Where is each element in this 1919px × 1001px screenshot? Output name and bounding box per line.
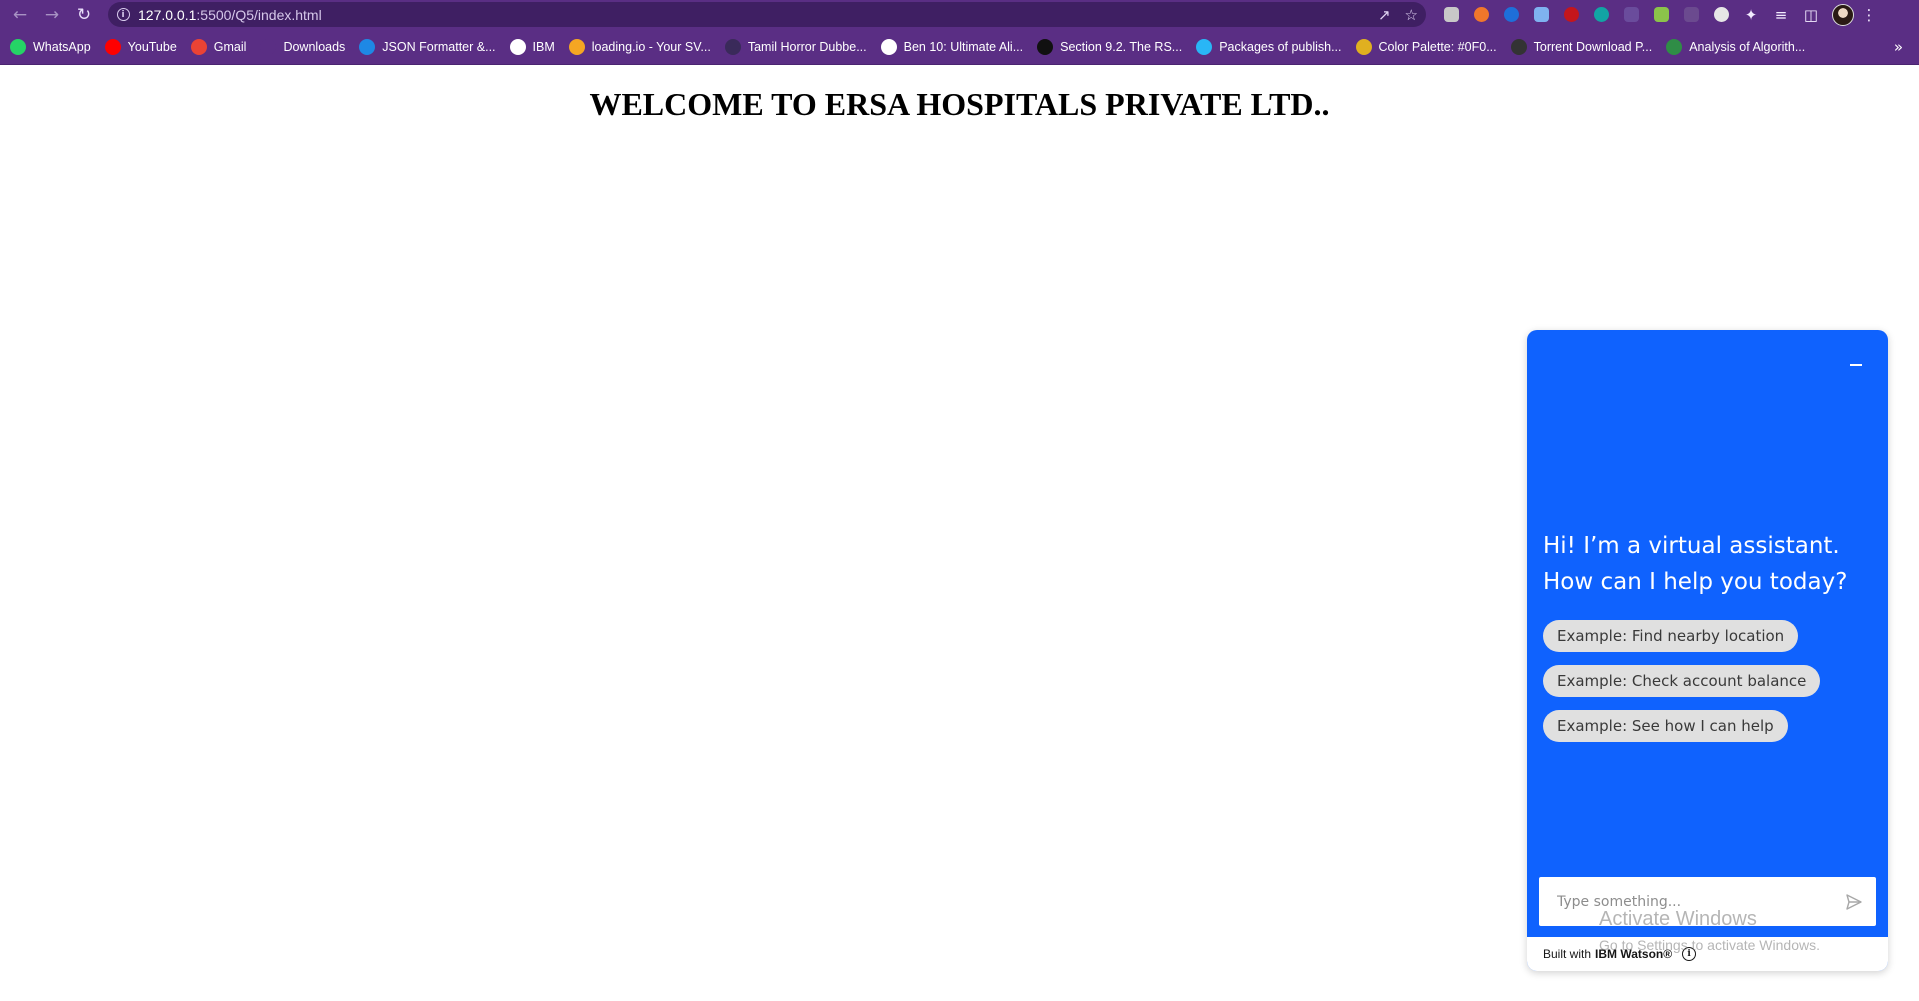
download-icon	[260, 38, 277, 55]
url-path: :5500/Q5/index.html	[196, 6, 322, 23]
extension-icon[interactable]	[1676, 0, 1706, 29]
share-icon[interactable]: ↗	[1378, 6, 1391, 24]
extension-icon[interactable]	[1646, 0, 1676, 29]
bookmark-label: Downloads	[283, 39, 346, 54]
torrent-icon	[1510, 38, 1527, 55]
bookmark-label: Gmail	[213, 39, 247, 54]
side-panel-icon[interactable]: ◫	[1796, 0, 1826, 29]
bookmark-label: JSON Formatter &...	[382, 39, 496, 54]
globe-icon	[509, 38, 526, 55]
more-bookmarks-icon[interactable]: »	[1894, 29, 1903, 65]
watermark-subtitle: Go to Settings to activate Windows.	[1599, 937, 1820, 953]
chat-widget: Hi! I’m a virtual assistant. How can I h…	[1527, 330, 1888, 971]
extensions-bar: ✦ ≡ ◫ ⋮	[1436, 0, 1884, 29]
bookmark-item[interactable]: Ben 10: Ultimate Ali...	[880, 38, 1024, 55]
bookmarks-bar: WhatsApp YouTube Gmail Downloads JSON Format…	[0, 29, 1919, 65]
example-chips: Example: Find nearby location Example: C…	[1543, 620, 1821, 742]
extension-icon[interactable]	[1436, 0, 1466, 29]
bookmark-label: Color Palette: #0F0...	[1378, 39, 1497, 54]
mask-icon	[724, 38, 741, 55]
bookmark-item[interactable]: Downloads	[260, 38, 346, 55]
reading-list-icon[interactable]: ≡	[1766, 0, 1796, 29]
send-icon[interactable]	[1832, 877, 1876, 926]
youtube-icon	[104, 38, 121, 55]
loading-icon	[568, 38, 585, 55]
bookmark-label: IBM	[532, 39, 555, 54]
check-icon	[359, 38, 376, 55]
s-icon	[1037, 38, 1054, 55]
url-host: 127.0.0.1	[138, 6, 197, 23]
footer-prefix: Built with	[1543, 947, 1592, 961]
bookmark-item[interactable]: Torrent Download P...	[1510, 38, 1653, 55]
whatsapp-icon	[10, 38, 26, 55]
gfg-icon	[1666, 38, 1683, 55]
page-title: WELCOME TO ERSA HOSPITALS PRIVATE LTD..	[589, 86, 1330, 122]
bookmark-label: Packages of publish...	[1219, 39, 1342, 54]
bookmark-item[interactable]: JSON Formatter &...	[359, 38, 496, 55]
minimize-icon[interactable]	[1848, 358, 1864, 372]
gmail-icon	[190, 38, 207, 55]
extension-icon[interactable]	[1556, 0, 1586, 29]
bookmark-star-icon[interactable]: ☆	[1405, 6, 1418, 24]
bookmark-item[interactable]: loading.io - Your SV...	[568, 38, 711, 55]
bookmark-label: Analysis of Algorith...	[1689, 39, 1806, 54]
example-chip-account-balance[interactable]: Example: Check account balance	[1543, 665, 1821, 697]
extension-icon[interactable]	[1616, 0, 1646, 29]
bookmark-label: WhatsApp	[33, 39, 91, 54]
example-chip-see-help[interactable]: Example: See how I can help	[1543, 710, 1788, 742]
bookmark-item[interactable]: Tamil Horror Dubbe...	[724, 38, 867, 55]
watermark-title: Activate Windows	[1599, 908, 1757, 930]
puzzle-icon[interactable]: ✦	[1736, 0, 1766, 29]
bookmark-label: Ben 10: Ultimate Ali...	[903, 39, 1024, 54]
bookmark-label: Section 9.2. The RS...	[1060, 39, 1183, 54]
bookmark-item[interactable]: Color Palette: #0F0...	[1355, 38, 1497, 55]
example-chip-nearby-location[interactable]: Example: Find nearby location	[1543, 620, 1799, 652]
bookmark-item[interactable]: IBM	[509, 38, 555, 55]
bookmark-item[interactable]: WhatsApp	[10, 38, 91, 55]
globe-icon	[880, 38, 897, 55]
bookmark-item[interactable]: Analysis of Algorith...	[1666, 38, 1806, 55]
bookmark-label: Tamil Horror Dubbe...	[747, 39, 867, 54]
bookmark-item[interactable]: Packages of publish...	[1196, 38, 1342, 55]
url-text: 127.0.0.1:5500/Q5/index.html	[138, 7, 322, 23]
extension-icon[interactable]	[1586, 0, 1616, 29]
address-bar[interactable]: i 127.0.0.1:5500/Q5/index.html ↗ ☆	[108, 2, 1426, 27]
browser-toolbar: ← → ↻ i 127.0.0.1:5500/Q5/index.html ↗ ☆…	[0, 0, 1919, 29]
back-icon[interactable]: ←	[4, 0, 36, 29]
extension-icon[interactable]	[1706, 0, 1736, 29]
site-info-icon[interactable]: i	[108, 8, 138, 21]
bookmark-item[interactable]: YouTube	[104, 38, 177, 55]
chat-greeting: Hi! I’m a virtual assistant. How can I h…	[1543, 533, 1848, 595]
bookmark-label: Torrent Download P...	[1533, 39, 1653, 54]
bookmark-label: YouTube	[127, 39, 177, 54]
forward-icon[interactable]: →	[36, 0, 68, 29]
activate-windows-watermark: Activate Windows Go to Settings to activ…	[1599, 908, 1820, 953]
reload-icon[interactable]: ↻	[68, 0, 100, 29]
extension-icon[interactable]	[1466, 0, 1496, 29]
profile-avatar[interactable]	[1832, 3, 1854, 26]
bookmark-item[interactable]: Section 9.2. The RS...	[1037, 38, 1183, 55]
bookmark-label: loading.io - Your SV...	[591, 39, 711, 54]
extension-icon[interactable]	[1496, 0, 1526, 29]
extension-icon[interactable]	[1526, 0, 1556, 29]
menu-kebab-icon[interactable]: ⋮	[1854, 0, 1884, 29]
palette-icon	[1355, 38, 1372, 55]
bookmark-item[interactable]: Gmail	[190, 38, 247, 55]
dart-icon	[1196, 38, 1213, 55]
